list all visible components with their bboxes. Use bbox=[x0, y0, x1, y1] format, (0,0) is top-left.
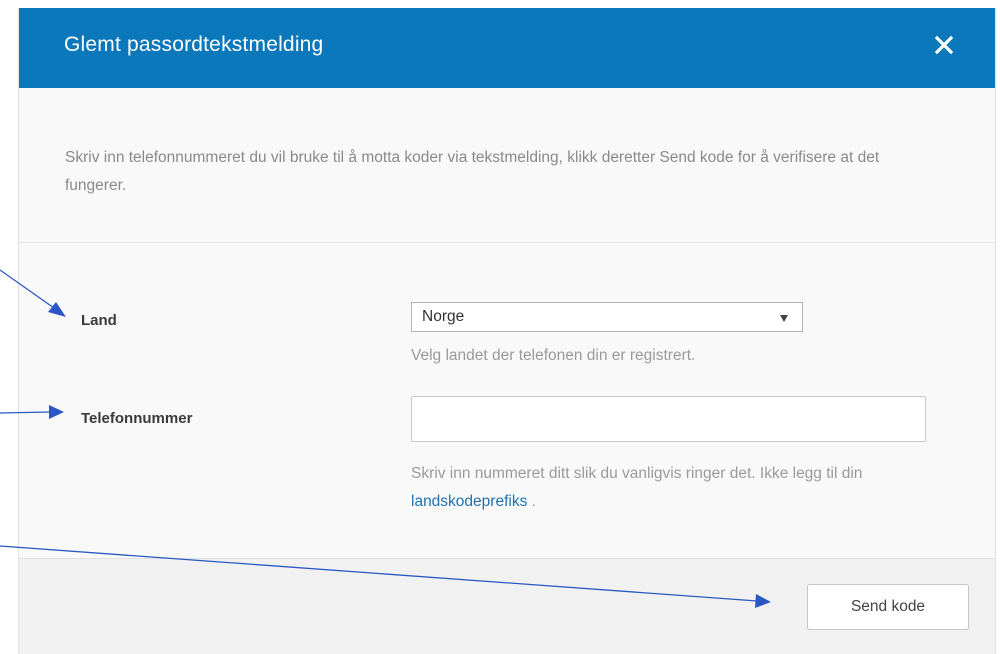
close-button[interactable] bbox=[929, 30, 959, 60]
dialog-footer: Send kode bbox=[19, 558, 995, 654]
phone-help-text-end: . bbox=[527, 493, 536, 510]
screen: Glemt passordtekstmelding Skriv inn tele… bbox=[0, 0, 1000, 654]
forgot-password-sms-dialog: Glemt passordtekstmelding Skriv inn tele… bbox=[18, 8, 996, 654]
caret-down-icon bbox=[780, 315, 788, 322]
close-icon bbox=[934, 35, 954, 55]
phone-help-text: Skriv inn nummeret ditt slik du vanligvi… bbox=[411, 460, 951, 516]
country-help-text: Velg landet der telefonen din er registr… bbox=[411, 347, 696, 364]
phone-number-input[interactable] bbox=[411, 396, 926, 442]
country-label: Land bbox=[81, 312, 117, 329]
intro-text: Skriv inn telefonnummeret du vil bruke t… bbox=[65, 149, 880, 194]
country-select[interactable]: Norge bbox=[411, 302, 803, 332]
dialog-title: Glemt passordtekstmelding bbox=[64, 33, 324, 56]
country-code-prefix-link[interactable]: landskodeprefiks bbox=[411, 493, 527, 510]
country-select-value: Norge bbox=[422, 308, 465, 325]
phone-label: Telefonnummer bbox=[81, 410, 193, 427]
phone-help-text-start: Skriv inn nummeret ditt slik du vanligvi… bbox=[411, 465, 863, 482]
dialog-header: Glemt passordtekstmelding bbox=[19, 8, 995, 88]
divider bbox=[19, 242, 995, 243]
send-code-button[interactable]: Send kode bbox=[807, 584, 969, 630]
